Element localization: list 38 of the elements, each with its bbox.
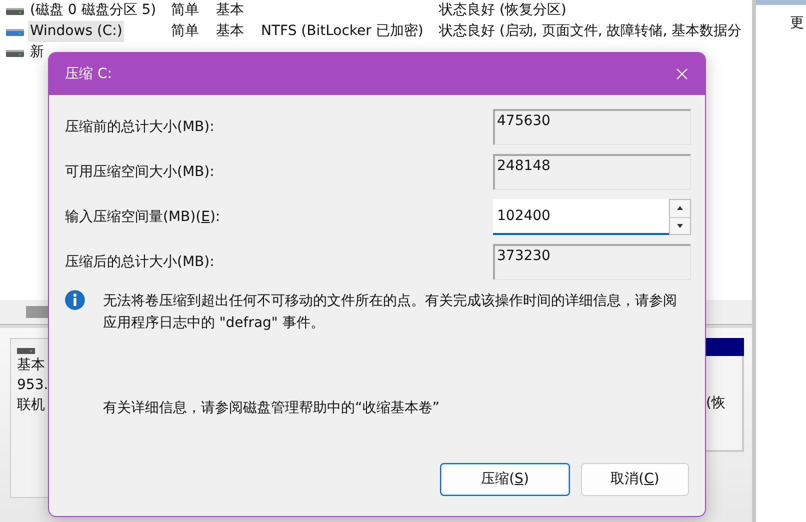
drive-icon [6, 26, 24, 36]
table-cell: 基本 [216, 23, 244, 39]
table-cell: 简单 [171, 23, 199, 39]
table-cell: 简单 [171, 2, 199, 18]
volume-name[interactable]: Windows (C:) [28, 21, 124, 42]
table-cell: 基本 [216, 2, 244, 18]
readonly-field: 373230 [493, 244, 691, 280]
help-text: 有关详细信息，请参阅磁盘管理帮助中的“收缩基本卷” [102, 399, 441, 418]
field-label: 可用压缩空间大小(MB): [65, 162, 216, 182]
drive-icon [6, 6, 24, 16]
partition-status: (恢 [706, 394, 726, 412]
action-link[interactable]: 更 [756, 5, 806, 34]
disk-detail: 联机 [17, 397, 45, 413]
readonly-field: 475630 [493, 109, 691, 145]
dialog-title: 压缩 C: [65, 64, 112, 84]
cancel-button[interactable]: 取消(C) [581, 463, 689, 496]
table-cell: 状态良好 (恢复分区) [439, 2, 566, 18]
readonly-field: 248148 [493, 154, 691, 190]
shrink-button[interactable]: 压缩(S) [440, 463, 570, 496]
table-cell: NTFS (BitLocker 已加密) [261, 23, 424, 39]
scrollbar-thumb[interactable] [26, 306, 48, 318]
up-arrow-icon [677, 206, 683, 210]
field-label: 压缩后的总计大小(MB): [65, 252, 216, 272]
down-arrow-icon [677, 224, 683, 228]
field-label: 压缩前的总计大小(MB): [65, 118, 216, 136]
disk-detail: 基本 [17, 357, 45, 373]
info-icon [65, 290, 85, 310]
disk-detail: 953. [17, 377, 48, 393]
partition-header [704, 338, 744, 356]
drive-icon [6, 48, 24, 58]
volume-name[interactable]: (磁盘 0 磁盘分区 5) [28, 0, 158, 21]
close-icon [676, 68, 688, 80]
input-field[interactable]: 102400 [493, 199, 669, 235]
partition-block[interactable]: (恢 [704, 356, 744, 452]
info-message: 无法将卷压缩到超出任何不可移动的文件所在的点。有关完成该操作时间的详细信息，请参阅应用程序日志中的 "defrag" 事件。 [102, 292, 678, 333]
field-label: 输入压缩空间量(MB)(E): [65, 208, 222, 226]
volume-name[interactable]: 新 [28, 42, 46, 63]
table-cell: 状态良好 (启动, 页面文件, 故障转储, 基本数据分 [439, 23, 742, 39]
